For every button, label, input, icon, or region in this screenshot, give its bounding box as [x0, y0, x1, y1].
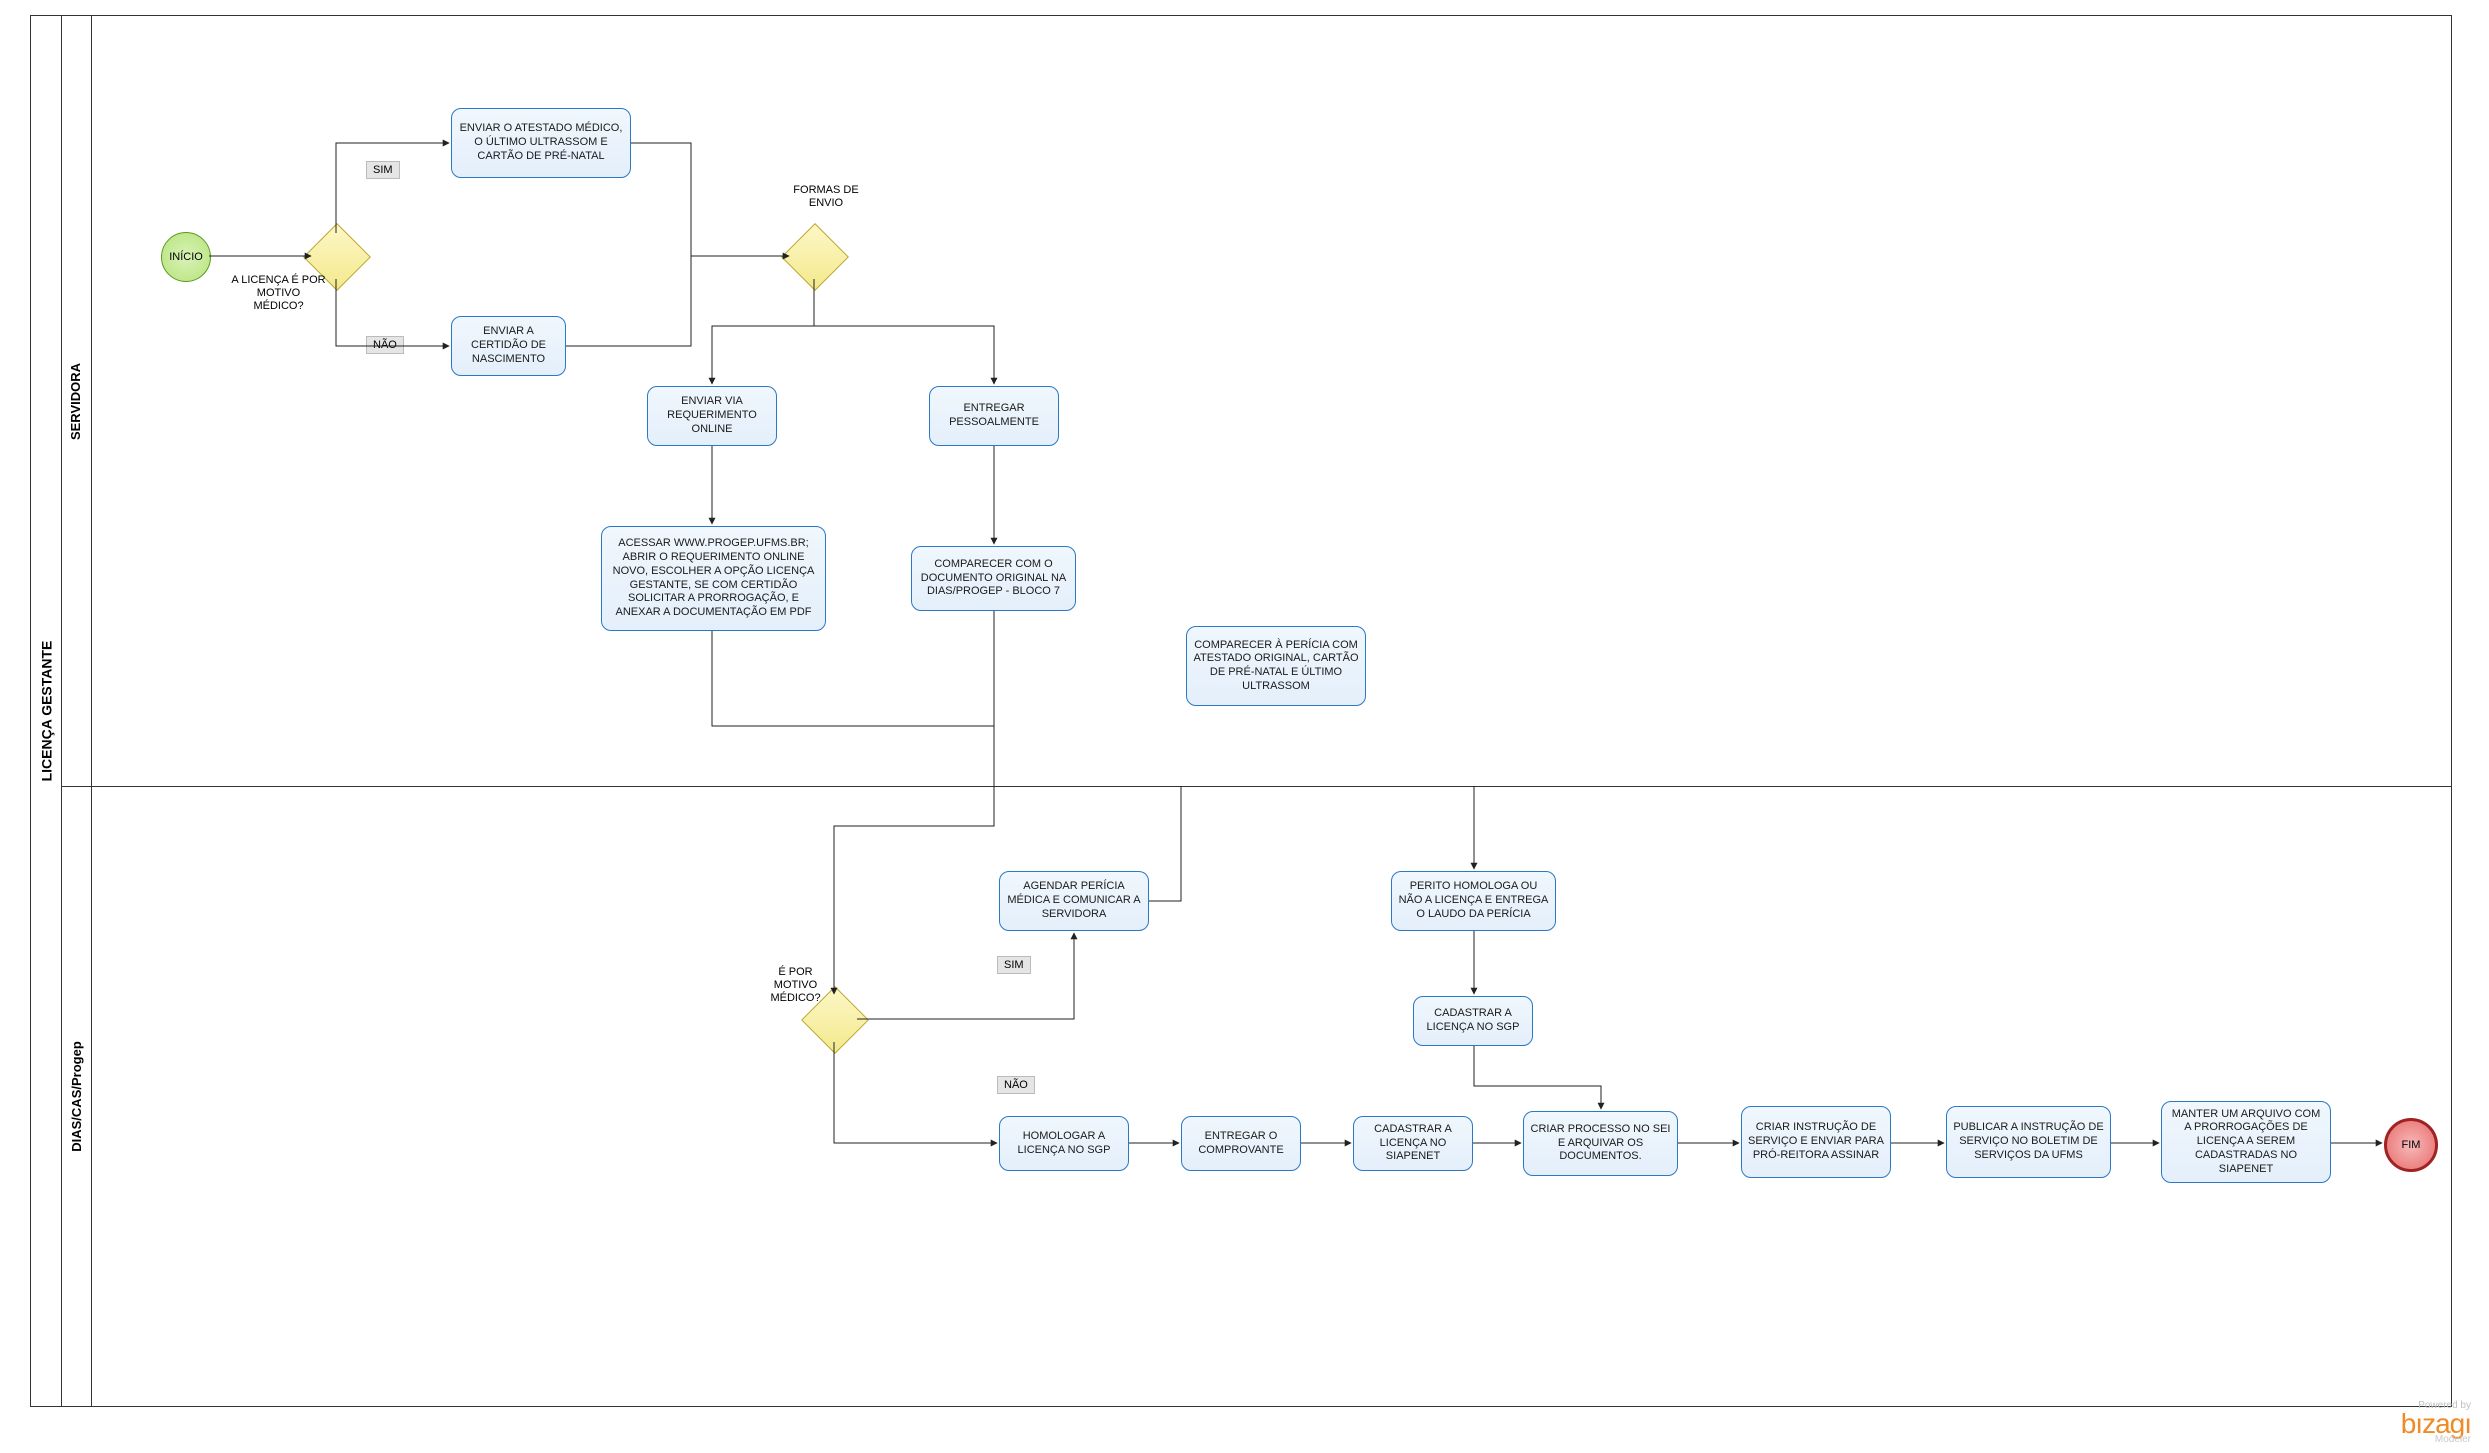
task-enviar-online: ENVIAR VIA REQUERIMENTO ONLINE: [647, 386, 777, 446]
task-publicar-instrucao: PUBLICAR A INSTRUÇÃO DE SERVIÇO NO BOLET…: [1946, 1106, 2111, 1178]
task-criar-instrucao: CRIAR INSTRUÇÃO DE SERVIÇO E ENVIAR PARA…: [1741, 1106, 1891, 1178]
lane-dias: DIAS/CAS/Progep AGENDAR PERÍCIA MÉDICA E…: [61, 786, 2451, 1406]
condition-sim-2: SIM: [997, 956, 1031, 974]
lane-dias-title: DIAS/CAS/Progep: [61, 786, 92, 1406]
lane-servidora-body: INÍCIO A LICENÇA É POR MOTIVO MÉDICO? SI…: [91, 16, 2451, 786]
task-agendar-pericia: AGENDAR PERÍCIA MÉDICA E COMUNICAR A SER…: [999, 871, 1149, 931]
start-event: INÍCIO: [161, 232, 211, 282]
gateway-3-label: É POR MOTIVO MÉDICO?: [763, 966, 828, 1006]
task-perito-homologa: PERITO HOMOLOGA OU NÃO A LICENÇA E ENTRE…: [1391, 871, 1556, 931]
gateway-formas-envio: [781, 223, 849, 291]
condition-nao-2: NÃO: [997, 1076, 1035, 1094]
end-event: FIM: [2384, 1118, 2438, 1172]
gateway-2-label: FORMAS DE ENVIO: [791, 184, 861, 210]
lane-servidora-title: SERVIDORA: [61, 16, 92, 786]
task-entregar-comprovante: ENTREGAR O COMPROVANTE: [1181, 1116, 1301, 1171]
lane-dias-text: DIAS/CAS/Progep: [69, 1041, 84, 1152]
footer-brand: bızagı: [2401, 1411, 2471, 1436]
task-homologar: HOMOLOGAR A LICENÇA NO SGP: [999, 1116, 1129, 1171]
footer: Powered by bızagı Modeler: [2401, 1400, 2471, 1445]
end-event-label: FIM: [2402, 1139, 2421, 1151]
task-enviar-certidao: ENVIAR A CERTIDÃO DE NASCIMENTO: [451, 316, 566, 376]
task-acessar-progep: ACESSAR WWW.PROGEP.UFMS.BR; ABRIR O REQU…: [601, 526, 826, 631]
condition-sim-1: SIM: [366, 161, 400, 179]
task-cadastrar-sgp: CADASTRAR A LICENÇA NO SGP: [1413, 996, 1533, 1046]
pool: LICENÇA GESTANTE SERVIDORA INÍCIO A LICE…: [30, 15, 2452, 1407]
lane-dias-body: AGENDAR PERÍCIA MÉDICA E COMUNICAR A SER…: [91, 786, 2451, 1406]
lane-servidora: SERVIDORA INÍCIO A LICENÇA É POR MOTIVO …: [61, 16, 2451, 787]
task-comparecer-pericia: COMPARECER À PERÍCIA COM ATESTADO ORIGIN…: [1186, 626, 1366, 706]
flows-dias: [91, 786, 2451, 1406]
task-cadastrar-siapenet: CADASTRAR A LICENÇA NO SIAPENET: [1353, 1116, 1473, 1171]
pool-title: LICENÇA GESTANTE: [31, 16, 62, 1406]
gateway-1-label: A LICENÇA É POR MOTIVO MÉDICO?: [231, 274, 326, 314]
pool-title-text: LICENÇA GESTANTE: [38, 641, 54, 782]
task-criar-processo-sei: CRIAR PROCESSO NO SEI E ARQUIVAR OS DOCU…: [1523, 1111, 1678, 1176]
task-comparecer-doc: COMPARECER COM O DOCUMENTO ORIGINAL NA D…: [911, 546, 1076, 611]
task-manter-arquivo: MANTER UM ARQUIVO COM A PRORROGAÇÕES DE …: [2161, 1101, 2331, 1183]
task-entregar-pessoalmente: ENTREGAR PESSOALMENTE: [929, 386, 1059, 446]
start-event-label: INÍCIO: [169, 251, 203, 263]
condition-nao-1: NÃO: [366, 336, 404, 354]
lane-servidora-text: SERVIDORA: [69, 362, 84, 439]
task-enviar-atestado: ENVIAR O ATESTADO MÉDICO, O ÚLTIMO ULTRA…: [451, 108, 631, 178]
